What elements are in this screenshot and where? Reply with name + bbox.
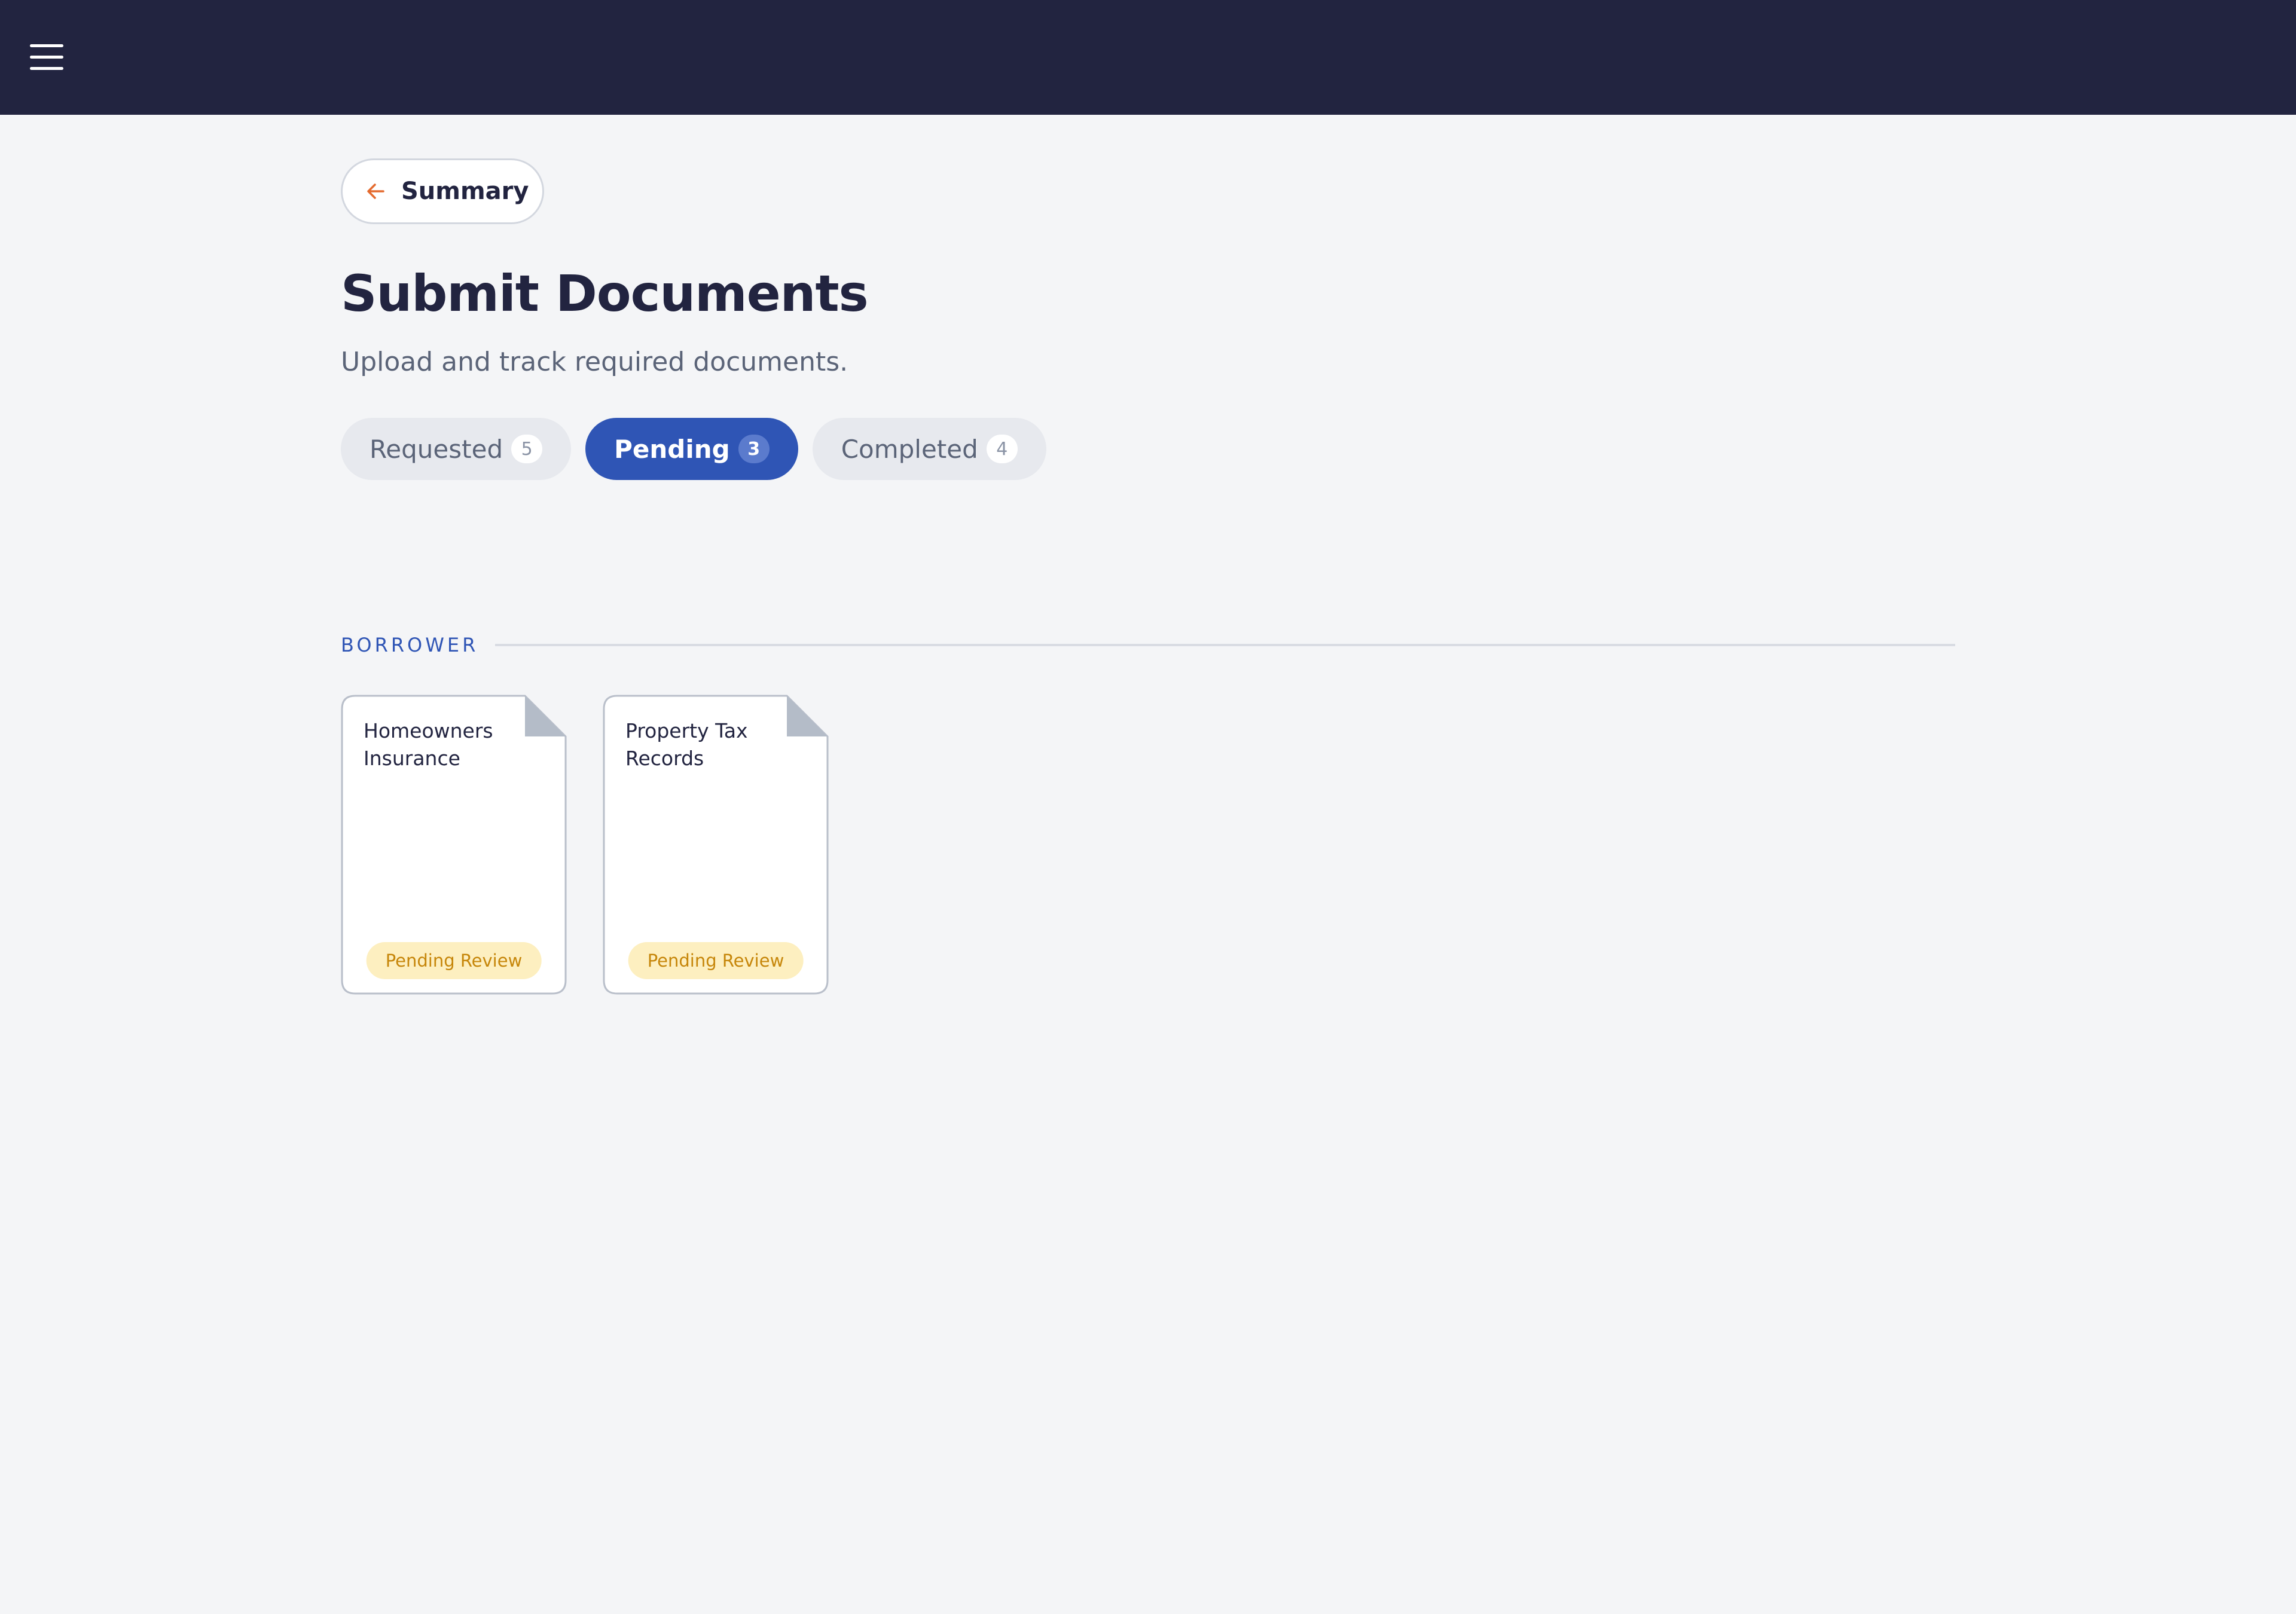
tab-label: Requested xyxy=(370,434,503,464)
document-card-homeowners-insurance[interactable]: Homeowners Insurance Pending Review xyxy=(341,695,567,995)
menu-line xyxy=(30,44,63,47)
status-tabs: Requested 5 Pending 3 Completed 4 xyxy=(341,418,1061,480)
tab-label: Pending xyxy=(614,434,730,464)
status-badge: Pending Review xyxy=(366,942,542,979)
tab-count-badge: 5 xyxy=(511,435,543,463)
hamburger-menu-icon[interactable] xyxy=(30,44,66,71)
top-bar xyxy=(0,0,2296,115)
document-title: Property Tax Records xyxy=(625,719,748,770)
tab-requested[interactable]: Requested 5 xyxy=(341,418,572,480)
arrow-left-icon xyxy=(367,184,384,199)
page-subtitle: Upload and track required documents. xyxy=(341,347,848,377)
tab-completed[interactable]: Completed 4 xyxy=(812,418,1046,480)
section-label: BORROWER xyxy=(341,634,479,656)
tab-count-badge: 4 xyxy=(986,435,1018,463)
menu-line xyxy=(30,56,63,59)
menu-line xyxy=(30,67,63,70)
document-card-property-tax-records[interactable]: Property Tax Records Pending Review xyxy=(603,695,829,995)
document-title: Homeowners Insurance xyxy=(364,719,493,770)
status-badge: Pending Review xyxy=(628,942,804,979)
document-card-list: Homeowners Insurance Pending Review Prop… xyxy=(341,695,865,995)
tab-count-badge: 3 xyxy=(738,435,770,463)
page-title: Submit Documents xyxy=(341,264,869,323)
tab-pending[interactable]: Pending 3 xyxy=(585,418,798,480)
section-header-borrower: BORROWER xyxy=(341,634,1955,656)
tab-label: Completed xyxy=(841,434,978,464)
back-button-label: Summary xyxy=(401,178,529,205)
back-to-summary-button[interactable]: Summary xyxy=(341,158,544,224)
section-divider xyxy=(495,644,1955,646)
